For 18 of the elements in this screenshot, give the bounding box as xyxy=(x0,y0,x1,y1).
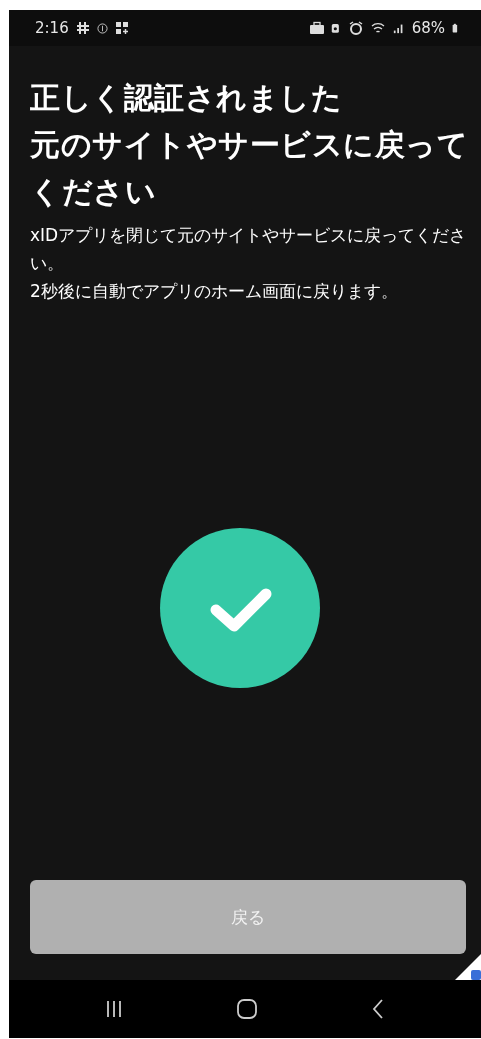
hash-icon xyxy=(75,21,90,35)
status-time: 2:16 xyxy=(35,19,69,37)
alarm-icon xyxy=(348,21,363,35)
wifi-icon xyxy=(369,21,386,35)
page-title: 正しく認証されました xyxy=(30,79,343,117)
message-text: xIDアプリを閉じて元のサイトやサービスに戻ってください。 xyxy=(30,224,468,275)
info-icon xyxy=(96,22,108,34)
message-text: 2秒後に自動でアプリのホーム画面に戻ります。 xyxy=(30,280,399,303)
home-icon xyxy=(236,998,258,1020)
grid-icon xyxy=(114,21,129,35)
page-title: 元のサイトやサービスに戻ってください xyxy=(30,126,469,211)
battery-percentage: 68% xyxy=(411,19,445,37)
recent-apps-icon xyxy=(105,999,124,1019)
lock-icon xyxy=(330,21,342,35)
check-circle-icon xyxy=(159,527,320,688)
overlay-handle-icon[interactable] xyxy=(455,954,481,980)
briefcase-icon xyxy=(307,21,324,35)
back-icon xyxy=(370,998,385,1020)
